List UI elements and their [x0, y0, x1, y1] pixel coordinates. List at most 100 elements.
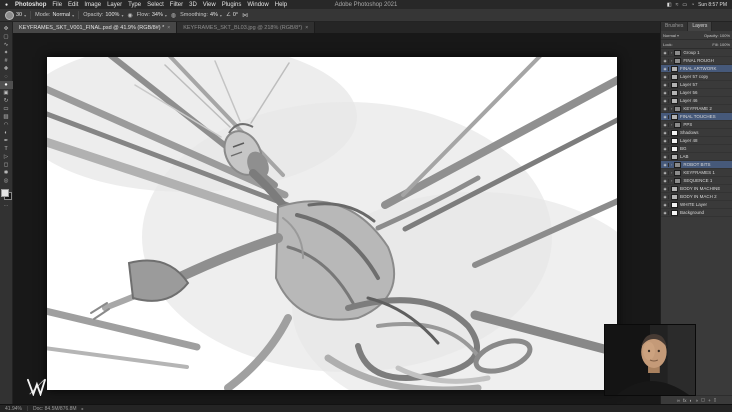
- group-expand-icon[interactable]: ›: [671, 58, 672, 63]
- visibility-eye-icon[interactable]: ◉: [662, 74, 669, 79]
- group-expand-icon[interactable]: ›: [671, 106, 672, 111]
- menubar-item[interactable]: Image: [81, 2, 104, 8]
- layer-thumbnail[interactable]: [671, 81, 678, 88]
- layer-thumbnail[interactable]: [674, 121, 682, 128]
- layer-thumbnail[interactable]: [674, 169, 682, 176]
- dodge-tool[interactable]: ◐: [0, 129, 13, 137]
- opacity-control[interactable]: Opacity: 100% ▾: [83, 12, 123, 18]
- layer-thumbnail[interactable]: [671, 145, 678, 152]
- document-tab-blog[interactable]: KEYFRAMES_SKT_BL03.jpg @ 218% (RGB/8*) ×: [177, 22, 316, 33]
- control-center-icon[interactable]: ◔: [691, 2, 694, 8]
- battery-icon[interactable]: ▭: [682, 2, 687, 8]
- menubar-item[interactable]: 3D: [186, 2, 200, 8]
- layer-thumbnail[interactable]: [674, 105, 682, 112]
- color-swatches[interactable]: [0, 189, 12, 200]
- layer-thumbnail[interactable]: [671, 89, 678, 96]
- layer-blend-mode[interactable]: Normal ▾: [663, 33, 679, 38]
- layer-row[interactable]: ◉ › KEYFRAMES 1: [661, 169, 732, 177]
- visibility-eye-icon[interactable]: ◉: [662, 202, 669, 207]
- layer-row[interactable]: ◉ › Background: [661, 209, 732, 217]
- layer-thumbnail[interactable]: [671, 201, 678, 208]
- layer-row[interactable]: ◉ › FINAL ROUGH: [661, 57, 732, 65]
- group-expand-icon[interactable]: ›: [671, 170, 672, 175]
- layer-thumbnail[interactable]: [671, 73, 678, 80]
- layer-thumbnail[interactable]: [671, 185, 678, 192]
- new-layer-icon[interactable]: +: [708, 398, 711, 403]
- layer-thumbnail[interactable]: [674, 161, 682, 168]
- path-select-tool[interactable]: ▷: [0, 153, 13, 161]
- layer-row[interactable]: ◉ › WHITE Layer: [661, 201, 732, 209]
- panel-tab-layers[interactable]: Layers: [688, 22, 713, 31]
- visibility-eye-icon[interactable]: ◉: [662, 58, 669, 63]
- brush-angle-control[interactable]: ∠ 0°: [226, 12, 238, 18]
- brush-preset-icon[interactable]: [5, 10, 14, 20]
- smudge-tool[interactable]: ◠: [0, 121, 13, 129]
- airbrush-icon[interactable]: ◍: [171, 12, 176, 19]
- display-icon[interactable]: ◧: [667, 2, 672, 8]
- status-options-icon[interactable]: ▸: [82, 406, 84, 411]
- menubar-item[interactable]: Layer: [104, 2, 125, 8]
- layer-fill[interactable]: Fill: 100%: [712, 42, 730, 47]
- menubar-item[interactable]: Filter: [167, 2, 186, 8]
- menubar-item[interactable]: File: [49, 2, 65, 8]
- hand-tool[interactable]: ✱: [0, 169, 13, 177]
- layer-thumbnail[interactable]: [671, 65, 678, 72]
- lock-label[interactable]: Lock:: [663, 42, 673, 47]
- visibility-eye-icon[interactable]: ◉: [662, 162, 669, 167]
- layer-row[interactable]: ◉ › SEQUENCE 1: [661, 177, 732, 185]
- visibility-eye-icon[interactable]: ◉: [662, 106, 669, 111]
- wifi-icon[interactable]: ≈: [676, 2, 679, 8]
- menubar-item[interactable]: Type: [125, 2, 144, 8]
- move-tool[interactable]: ✥: [0, 25, 13, 33]
- visibility-eye-icon[interactable]: ◉: [662, 154, 669, 159]
- new-group-icon[interactable]: ▢: [701, 397, 705, 403]
- layer-opacity[interactable]: Opacity: 100%: [704, 33, 730, 38]
- layer-row[interactable]: ◉ › FINAL ARTWORK: [661, 65, 732, 73]
- menubar-item[interactable]: Help: [272, 2, 290, 8]
- flow-control[interactable]: Flow: 34% ▾: [137, 12, 167, 18]
- layer-thumbnail[interactable]: [671, 209, 678, 216]
- visibility-eye-icon[interactable]: ◉: [662, 178, 669, 183]
- document-tab-final[interactable]: KEYFRAMES_SKT_V001_FINAL.psd @ 41.9% (RG…: [13, 22, 178, 33]
- menu-clock[interactable]: Sun 8:57 PM: [698, 2, 727, 8]
- lasso-tool[interactable]: ∿: [0, 41, 13, 49]
- visibility-eye-icon[interactable]: ◉: [662, 82, 669, 87]
- layer-row[interactable]: ◉ › PPS: [661, 121, 732, 129]
- artwork-canvas[interactable]: [47, 57, 617, 390]
- delete-layer-icon[interactable]: ▯: [714, 397, 716, 403]
- layer-row[interactable]: ◉ › BG: [661, 145, 732, 153]
- group-expand-icon[interactable]: ›: [671, 178, 672, 183]
- group-expand-icon[interactable]: ›: [671, 122, 672, 127]
- visibility-eye-icon[interactable]: ◉: [662, 194, 669, 199]
- blend-mode-control[interactable]: Mode: Normal ▾: [35, 12, 74, 18]
- link-layers-icon[interactable]: ∞: [677, 398, 680, 403]
- visibility-eye-icon[interactable]: ◉: [662, 130, 669, 135]
- layer-row[interactable]: ◉ › Layer 57: [661, 81, 732, 89]
- symmetry-icon[interactable]: ⋈: [242, 12, 248, 19]
- pressure-opacity-icon[interactable]: ◉: [127, 12, 132, 19]
- shape-tool[interactable]: ◻: [0, 161, 13, 169]
- menubar-item[interactable]: Select: [144, 2, 167, 8]
- visibility-eye-icon[interactable]: ◉: [662, 90, 669, 95]
- clone-stamp-tool[interactable]: ▣: [0, 89, 13, 97]
- eyedropper-tool[interactable]: ✚: [0, 65, 13, 73]
- visibility-eye-icon[interactable]: ◉: [662, 170, 669, 175]
- layer-thumbnail[interactable]: [674, 49, 682, 56]
- panel-tab-brushes[interactable]: Brushes: [661, 22, 689, 31]
- brush-preset-picker[interactable]: 30 ▾: [5, 10, 26, 20]
- layer-thumbnail[interactable]: [671, 153, 678, 160]
- visibility-eye-icon[interactable]: ◉: [662, 210, 669, 215]
- layer-thumbnail[interactable]: [671, 137, 678, 144]
- layer-thumbnail[interactable]: [674, 177, 682, 184]
- marquee-tool[interactable]: ▢: [0, 33, 13, 41]
- adjustment-layer-icon[interactable]: ◑: [695, 398, 698, 403]
- menubar-item[interactable]: Photoshop: [12, 2, 49, 8]
- layer-row[interactable]: ◉ › Layer 56: [661, 89, 732, 97]
- group-expand-icon[interactable]: ›: [671, 50, 672, 55]
- eraser-tool[interactable]: ▭: [0, 105, 13, 113]
- close-icon[interactable]: ×: [167, 25, 170, 31]
- zoom-tool[interactable]: ◎: [0, 177, 13, 185]
- visibility-eye-icon[interactable]: ◉: [662, 66, 669, 71]
- menubar-item[interactable]: View: [200, 2, 219, 8]
- layer-thumbnail[interactable]: [671, 113, 678, 120]
